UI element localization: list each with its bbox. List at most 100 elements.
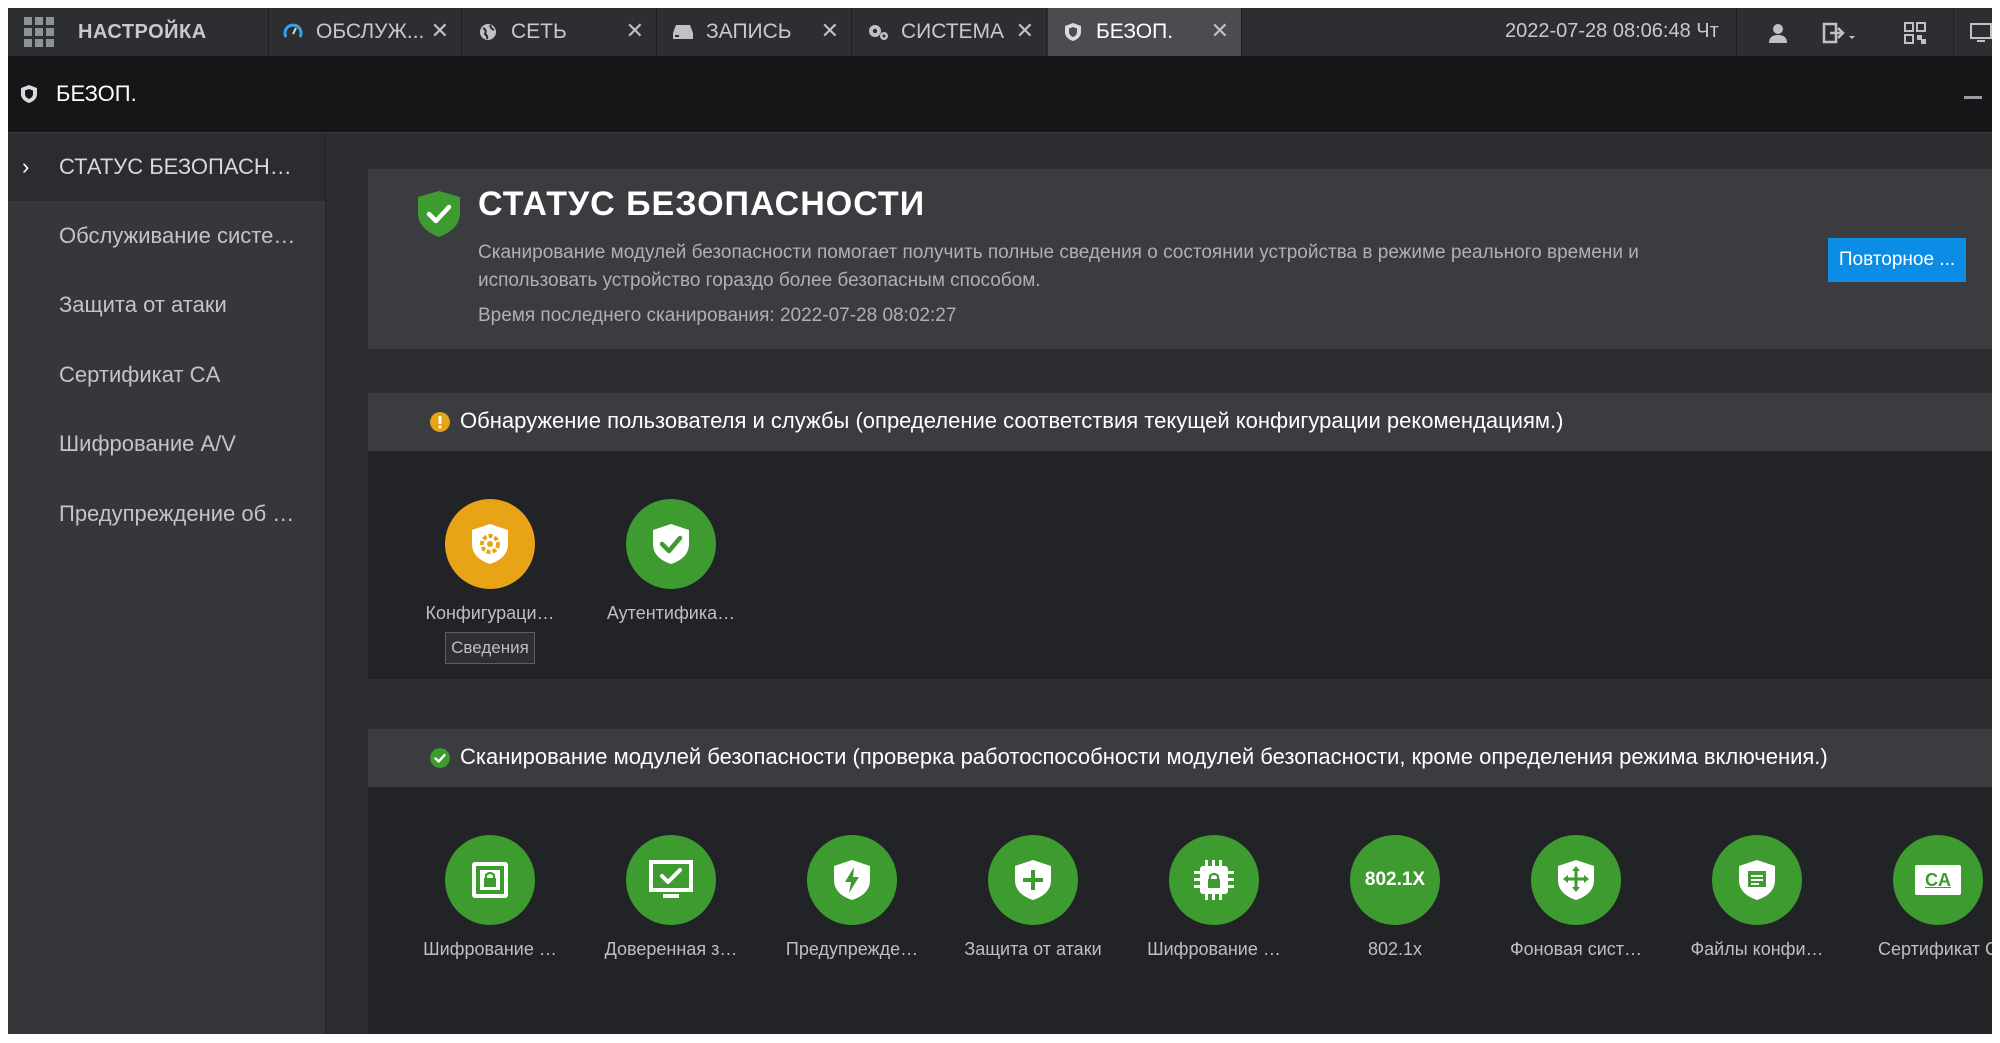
sidebar-item-ca-certificate[interactable]: Сертификат CA — [8, 341, 325, 409]
app-grid-icon[interactable] — [24, 17, 54, 47]
close-icon[interactable]: ✕ — [626, 20, 644, 42]
globe-icon — [477, 21, 499, 43]
module-label: Защита от атаки — [964, 939, 1102, 959]
plus-shield-icon — [988, 835, 1078, 925]
last-scan-row: Время последнего сканирования: 2022-07-2… — [478, 305, 956, 327]
main-content: СТАТУС БЕЗОПАСНОСТИ Сканирование модулей… — [326, 133, 1992, 1034]
file-shield-icon — [1712, 835, 1802, 925]
module-label: Файлы конфи… — [1690, 939, 1824, 959]
module-label: Шифрование … — [423, 939, 557, 959]
panel-header: Обнаружение пользователя и службы (опред… — [368, 393, 1992, 451]
security-status-card: СТАТУС БЕЗОПАСНОСТИ Сканирование модулей… — [368, 169, 1992, 349]
module-trusted[interactable]: Доверенная з… — [601, 835, 741, 960]
close-icon[interactable]: ✕ — [821, 20, 839, 42]
module-label: Шифрование … — [1147, 939, 1281, 959]
module-802-1x[interactable]: 802.1X 802.1x — [1325, 835, 1465, 960]
module-label: Аутентифика… — [606, 603, 736, 623]
sidebar-item-label: Шифрование A/V — [59, 431, 236, 456]
sidebar-item-label: СТАТУС БЕЗОПАСН… — [59, 154, 292, 179]
last-scan-time: 2022-07-28 08:02:27 — [779, 305, 957, 326]
tab-system[interactable]: СИСТЕМА ✕ — [853, 8, 1047, 56]
sidebar-item-system-service[interactable]: Обслуживание систе… — [8, 202, 325, 270]
module-label: Конфигураци… — [425, 603, 555, 623]
close-icon[interactable]: ✕ — [1211, 20, 1229, 42]
gears-icon — [867, 21, 889, 43]
close-icon[interactable]: ✕ — [431, 20, 449, 42]
top-bar: НАСТРОЙКА ОБСЛУЖ... ✕ СЕТЬ ✕ ЗАПИСЬ ✕ СИ… — [8, 8, 1992, 57]
move-shield-icon — [1531, 835, 1621, 925]
shield-check-icon — [418, 191, 460, 237]
sidebar-item-label: Обслуживание систе… — [59, 223, 296, 248]
tab-record[interactable]: ЗАПИСЬ ✕ — [658, 8, 852, 56]
sidebar: › СТАТУС БЕЗОПАСН… Обслуживание систе… З… — [8, 133, 326, 1034]
sidebar-item-attack-defense[interactable]: Защита от атаки — [8, 271, 325, 339]
details-button[interactable]: Сведения — [445, 632, 535, 664]
module-label: Сертификат С — [1878, 939, 1992, 959]
last-scan-label: Время последнего сканирования: — [478, 305, 775, 326]
section-title: БЕЗОП. — [56, 81, 137, 106]
module-label: Предупрежде… — [785, 939, 919, 959]
status-description: Сканирование модулей безопасности помога… — [478, 242, 1639, 291]
chip-lock-icon — [1169, 835, 1259, 925]
monitor-icon[interactable] — [1968, 20, 1992, 46]
802-1x-icon: 802.1X — [1350, 835, 1440, 925]
logout-icon[interactable] — [1820, 20, 1860, 46]
ca-certificate-icon: CA — [1893, 835, 1983, 925]
sidebar-item-security-warning[interactable]: Предупреждение об … — [8, 480, 325, 548]
lock-box-icon — [445, 835, 535, 925]
security-module-scan-panel: Сканирование модулей безопасности (прове… — [368, 729, 1992, 1034]
module-warning[interactable]: Предупрежде… — [782, 835, 922, 960]
tab-label: ЗАПИСЬ — [706, 20, 792, 43]
close-icon[interactable]: ✕ — [1016, 20, 1034, 42]
module-label: 802.1x — [1367, 939, 1423, 959]
module-label: Доверенная з… — [604, 939, 738, 959]
rescan-button[interactable]: Повторное ... — [1828, 238, 1966, 282]
sidebar-item-security-status[interactable]: › СТАТУС БЕЗОПАСН… — [8, 133, 325, 201]
user-service-detection-panel: Обнаружение пользователя и службы (опред… — [368, 393, 1992, 679]
module-av-encryption[interactable]: Шифрование … — [420, 835, 560, 960]
sidebar-item-label: Защита от атаки — [59, 292, 227, 317]
storage-icon — [672, 21, 694, 43]
shield-icon — [21, 85, 37, 103]
settings-label: НАСТРОЙКА — [78, 20, 207, 43]
check-circle-icon — [430, 748, 450, 768]
chevron-right-icon: › — [22, 154, 30, 179]
tab-label: СЕТЬ — [511, 20, 567, 43]
sidebar-item-label: Сертификат CA — [59, 362, 221, 387]
minimize-icon[interactable] — [1964, 96, 1982, 99]
module-configuration[interactable]: Конфигураци… Сведения — [420, 499, 560, 664]
check-shield-icon — [626, 499, 716, 589]
gear-shield-icon — [445, 499, 535, 589]
section-header: БЕЗОП. — [8, 56, 1992, 133]
divider — [1953, 8, 1954, 56]
module-background-system[interactable]: Фоновая сист… — [1506, 835, 1646, 960]
bolt-shield-icon — [807, 835, 897, 925]
sidebar-item-label: Предупреждение об … — [59, 501, 295, 526]
module-attack-defense[interactable]: Защита от атаки — [963, 835, 1103, 960]
warning-icon — [430, 412, 450, 432]
shield-icon — [1062, 21, 1084, 43]
panel-header-text: Обнаружение пользователя и службы (опред… — [460, 408, 1564, 433]
panel-header: Сканирование модулей безопасности (прове… — [368, 729, 1992, 787]
tab-label: СИСТЕМА — [901, 20, 1005, 43]
module-authentication[interactable]: Аутентифика… — [601, 499, 741, 624]
tab-network[interactable]: СЕТЬ ✕ — [463, 8, 657, 56]
settings-menu[interactable]: НАСТРОЙКА — [8, 8, 269, 56]
tab-maintenance[interactable]: ОБСЛУЖ... ✕ — [268, 8, 462, 56]
datetime-display: 2022-07-28 08:06:48 Чт — [1505, 20, 1719, 42]
monitor-check-icon — [626, 835, 716, 925]
tab-label: БЕЗОП. — [1096, 20, 1174, 43]
tab-security[interactable]: БЕЗОП. ✕ — [1048, 8, 1242, 56]
module-chip-encryption[interactable]: Шифрование … — [1144, 835, 1284, 960]
module-config-files[interactable]: Файлы конфи… — [1687, 835, 1827, 960]
user-icon[interactable] — [1765, 20, 1791, 46]
status-title: СТАТУС БЕЗОПАСНОСТИ — [478, 185, 926, 223]
module-ca-certificate[interactable]: CA Сертификат С — [1868, 835, 1992, 960]
divider — [1736, 8, 1737, 56]
sidebar-item-av-encryption[interactable]: Шифрование A/V — [8, 410, 325, 478]
qr-code-icon[interactable] — [1902, 20, 1928, 46]
tab-label: ОБСЛУЖ... — [316, 20, 425, 43]
panel-header-text: Сканирование модулей безопасности (прове… — [460, 744, 1828, 769]
gauge-icon — [282, 21, 304, 43]
app-window: НАСТРОЙКА ОБСЛУЖ... ✕ СЕТЬ ✕ ЗАПИСЬ ✕ СИ… — [8, 8, 1992, 1034]
